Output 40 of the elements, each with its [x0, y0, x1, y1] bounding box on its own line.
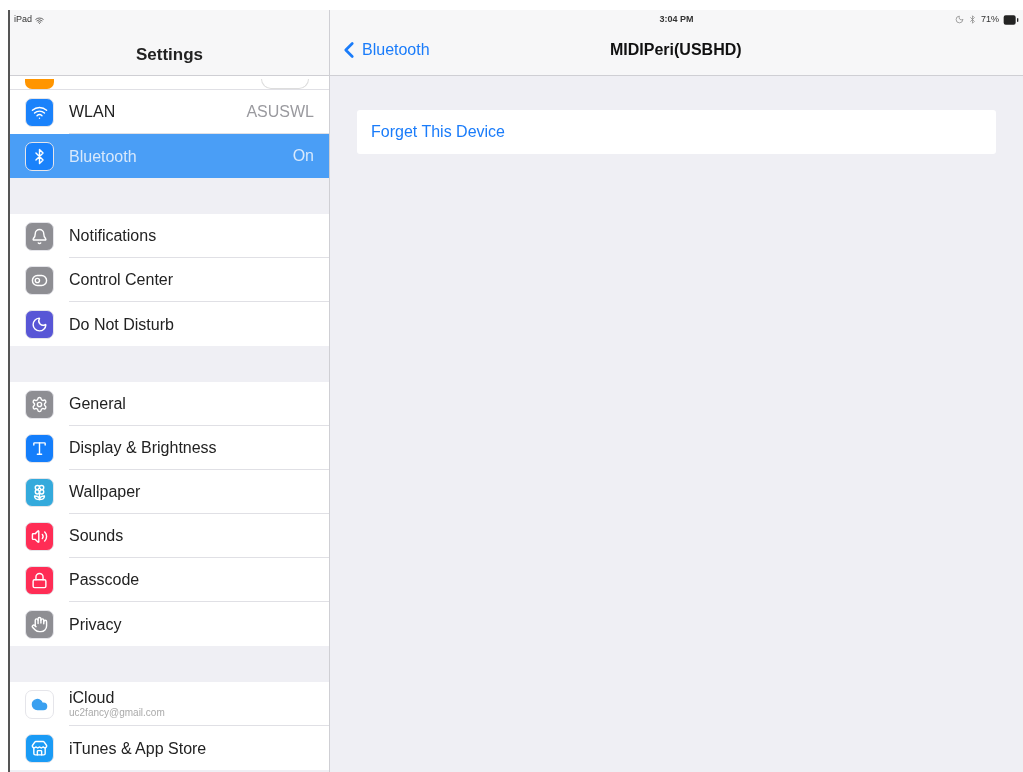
clock: 3:04 PM [659, 13, 694, 27]
page-title: MIDIPeri(USBHD) [610, 40, 742, 61]
row-value: On [292, 146, 314, 166]
row-label: Display & Brightness [69, 438, 218, 457]
settings-row[interactable]: Privacy [10, 602, 329, 646]
row-label: Control Center [69, 270, 175, 289]
settings-row[interactable]: iTunes & App Store [10, 726, 329, 770]
carrier-label: iPad [14, 13, 32, 27]
settings-row[interactable]: General [10, 382, 329, 426]
row-subtitle: uc2fancy@gmail.com [69, 707, 166, 719]
row-label: Passcode [69, 570, 141, 589]
settings-row[interactable] [10, 76, 329, 90]
settings-row[interactable]: WLAN ASUSWL [10, 90, 329, 134]
bluetooth-icon [968, 15, 977, 25]
row-label: Do Not Disturb [69, 314, 175, 334]
settings-row[interactable]: Passcode [10, 558, 329, 602]
settings-row[interactable]: Display & Brightness [10, 426, 329, 470]
settings-row[interactable]: iCloud uc2fancy@gmail.com [10, 682, 329, 726]
row-label: Privacy [69, 614, 123, 634]
wifi-icon [35, 15, 44, 25]
row-label: iCloud [69, 688, 116, 707]
settings-row[interactable]: Wallpaper [10, 470, 329, 514]
row-label: Wallpaper [69, 482, 142, 501]
settings-row[interactable]: Do Not Disturb [10, 302, 329, 346]
battery-percent: 71% [981, 13, 999, 27]
row-label: Bluetooth [69, 146, 138, 166]
moon-icon [955, 15, 964, 25]
row-label: Sounds [69, 526, 125, 545]
toggle-switch[interactable] [261, 79, 309, 89]
row-label: Notifications [69, 226, 158, 245]
row-label: General [69, 394, 127, 413]
settings-row[interactable]: Sounds [10, 514, 329, 558]
row-value: ASUSWL [246, 101, 314, 122]
forget-device-button[interactable]: Forget This Device [357, 110, 996, 154]
settings-row[interactable]: Control Center [10, 258, 329, 302]
sidebar-title: Settings [135, 44, 204, 66]
settings-row[interactable]: Notifications [10, 214, 329, 258]
back-button[interactable]: Bluetooth [336, 37, 430, 64]
row-label: iTunes & App Store [69, 738, 208, 758]
row-label: WLAN [69, 102, 117, 121]
